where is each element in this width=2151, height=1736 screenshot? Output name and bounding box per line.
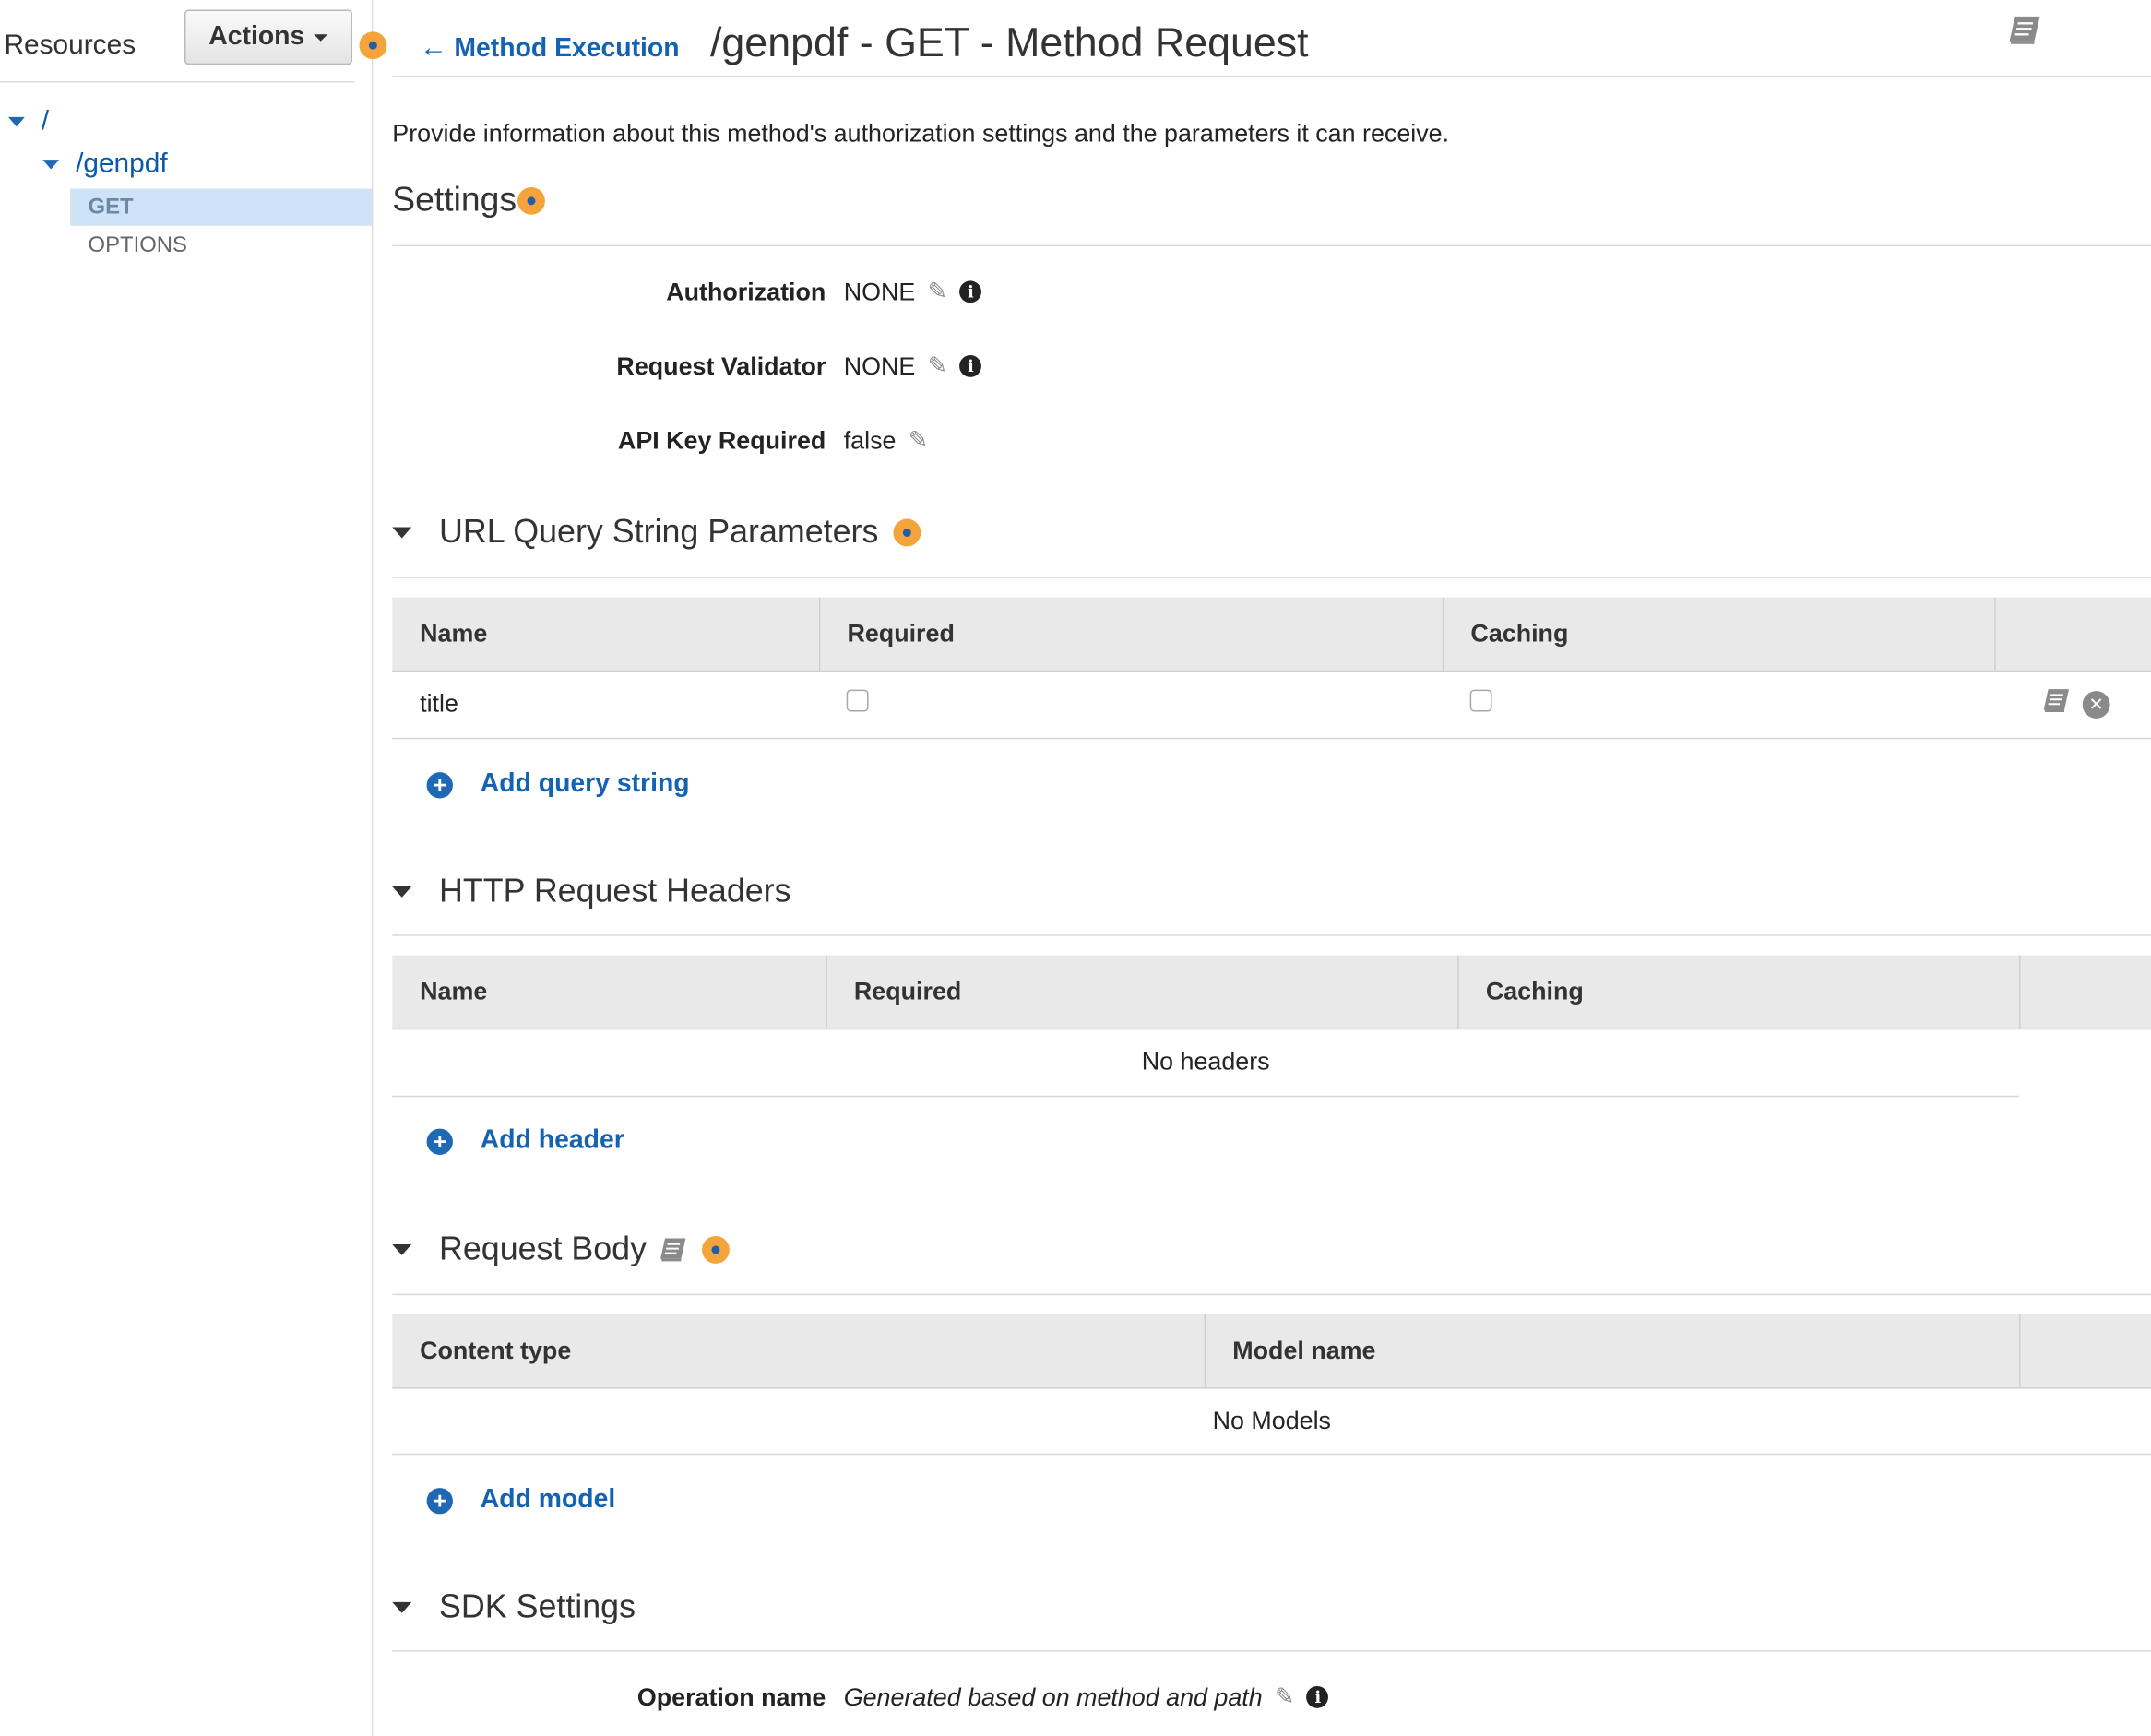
tree-item-root[interactable]: /	[7, 105, 50, 137]
column-header-actions	[2019, 1314, 2151, 1388]
pencil-icon[interactable]: ✎	[909, 427, 928, 455]
caret-down-icon	[314, 33, 328, 42]
settings-divider	[392, 244, 2151, 247]
request-validator-label: Request Validator	[616, 351, 826, 380]
tree-item-genpdf-label: /genpdf	[76, 149, 168, 179]
request-body-section-toggle[interactable]: Request Body	[392, 1231, 687, 1269]
headers-empty-message: No headers	[1141, 1047, 1270, 1076]
column-header-caching: Caching	[1457, 955, 2020, 1029]
method-request-page: Resources Actions / /genpdf GET OPTIONS …	[0, 0, 2151, 1736]
page-description: Provide information about this method's …	[392, 119, 1450, 148]
column-header-name: Name	[392, 597, 820, 672]
authorization-value: NONE	[843, 277, 916, 305]
help-icon[interactable]	[893, 518, 921, 547]
caching-checkbox[interactable]	[1469, 689, 1492, 712]
info-icon[interactable]: i	[959, 354, 982, 377]
back-arrow-icon: ←	[420, 32, 447, 64]
column-header-name: Name	[392, 955, 827, 1029]
headers-divider	[392, 934, 2151, 936]
table-row: title ✕	[392, 670, 2151, 739]
query-params-section-toggle[interactable]: URL Query String Parameters	[392, 514, 878, 553]
book-icon[interactable]	[2007, 14, 2043, 54]
request-body-empty-message: No Models	[1212, 1407, 1331, 1434]
add-query-string-button[interactable]: + Add query string	[426, 769, 690, 800]
required-checkbox[interactable]	[846, 689, 869, 712]
headers-heading: HTTP Request Headers	[439, 873, 791, 910]
tree-method-options[interactable]: OPTIONS	[70, 227, 372, 264]
operation-name-row: Operation name Generated based on method…	[0, 1681, 2151, 1714]
column-header-actions	[1994, 597, 2151, 672]
add-query-string-label: Add query string	[480, 769, 690, 799]
tree-item-root-label: /	[41, 105, 50, 137]
back-to-method-execution-link[interactable]: ← Method Execution	[420, 33, 679, 65]
pencil-icon[interactable]: ✎	[928, 278, 947, 305]
book-icon[interactable]	[2041, 687, 2072, 721]
param-name: title	[392, 670, 819, 739]
remove-icon[interactable]: ✕	[2082, 690, 2110, 719]
help-icon[interactable]	[517, 186, 545, 215]
sdk-settings-section-toggle[interactable]: SDK Settings	[392, 1588, 636, 1627]
tree-item-genpdf[interactable]: /genpdf	[42, 149, 168, 180]
add-icon: +	[426, 1127, 453, 1155]
help-icon[interactable]	[359, 31, 387, 60]
page-title: /genpdf - GET - Method Request	[709, 20, 1309, 66]
column-header-content-type: Content type	[392, 1314, 1206, 1388]
request-validator-row: Request Validator NONE ✎ i	[0, 350, 2151, 383]
operation-name-label: Operation name	[636, 1682, 826, 1711]
tree-method-get[interactable]: GET	[70, 188, 372, 226]
pencil-icon[interactable]: ✎	[1275, 1683, 1294, 1711]
column-header-caching: Caching	[1442, 597, 1995, 672]
api-key-required-value: false	[843, 425, 897, 454]
sdk-settings-divider	[392, 1650, 2151, 1652]
triangle-down-icon[interactable]	[392, 1601, 412, 1613]
info-icon[interactable]: i	[1306, 1685, 1329, 1708]
resources-sidebar: Resources Actions / /genpdf GET OPTIONS	[0, 0, 374, 1736]
triangle-down-icon[interactable]	[392, 886, 412, 898]
triangle-down-icon[interactable]	[42, 160, 60, 170]
column-header-required: Required	[826, 955, 1458, 1029]
help-icon[interactable]	[702, 1235, 730, 1264]
query-params-heading: URL Query String Parameters	[439, 513, 879, 551]
add-model-label: Add model	[480, 1485, 616, 1515]
api-key-required-label: API Key Required	[617, 425, 826, 454]
request-body-divider	[392, 1293, 2151, 1296]
column-header-actions	[2019, 955, 2151, 1029]
actions-label: Actions	[208, 21, 305, 52]
column-header-required: Required	[818, 597, 1444, 672]
authorization-row: Authorization NONE ✎ i	[0, 275, 2151, 308]
sidebar-divider	[0, 81, 355, 83]
request-body-table: Content type Model name	[392, 1314, 2151, 1388]
request-validator-value: NONE	[843, 351, 916, 380]
triangle-down-icon[interactable]	[392, 527, 412, 539]
authorization-label: Authorization	[666, 277, 826, 305]
headers-empty-divider	[392, 1095, 2020, 1098]
query-params-table: Name Required Caching title ✕	[392, 597, 2151, 739]
triangle-down-icon[interactable]	[392, 1243, 412, 1255]
add-icon: +	[426, 771, 453, 798]
pencil-icon[interactable]: ✎	[928, 352, 947, 380]
resources-title: Resources	[4, 30, 137, 61]
sdk-settings-heading: SDK Settings	[439, 1587, 636, 1626]
settings-heading-label: Settings	[392, 180, 517, 220]
operation-name-value: Generated based on method and path	[843, 1682, 1263, 1711]
settings-heading: Settings	[392, 180, 517, 220]
add-icon: +	[426, 1487, 453, 1514]
header-divider	[392, 76, 2151, 77]
add-model-button[interactable]: + Add model	[426, 1485, 616, 1516]
back-link-label: Method Execution	[454, 33, 680, 63]
api-key-required-row: API Key Required false ✎	[0, 424, 2151, 458]
book-icon[interactable]	[658, 1236, 688, 1264]
headers-table: Name Required Caching	[392, 955, 2151, 1029]
add-header-button[interactable]: + Add header	[426, 1125, 624, 1157]
request-body-heading: Request Body	[439, 1231, 647, 1268]
triangle-down-icon[interactable]	[7, 116, 25, 127]
headers-section-toggle[interactable]: HTTP Request Headers	[392, 873, 791, 911]
add-header-label: Add header	[480, 1125, 624, 1155]
request-body-empty-divider	[392, 1453, 2151, 1456]
actions-dropdown-button[interactable]: Actions	[184, 9, 353, 65]
column-header-model-name: Model name	[1204, 1314, 2020, 1388]
info-icon[interactable]: i	[959, 280, 982, 303]
